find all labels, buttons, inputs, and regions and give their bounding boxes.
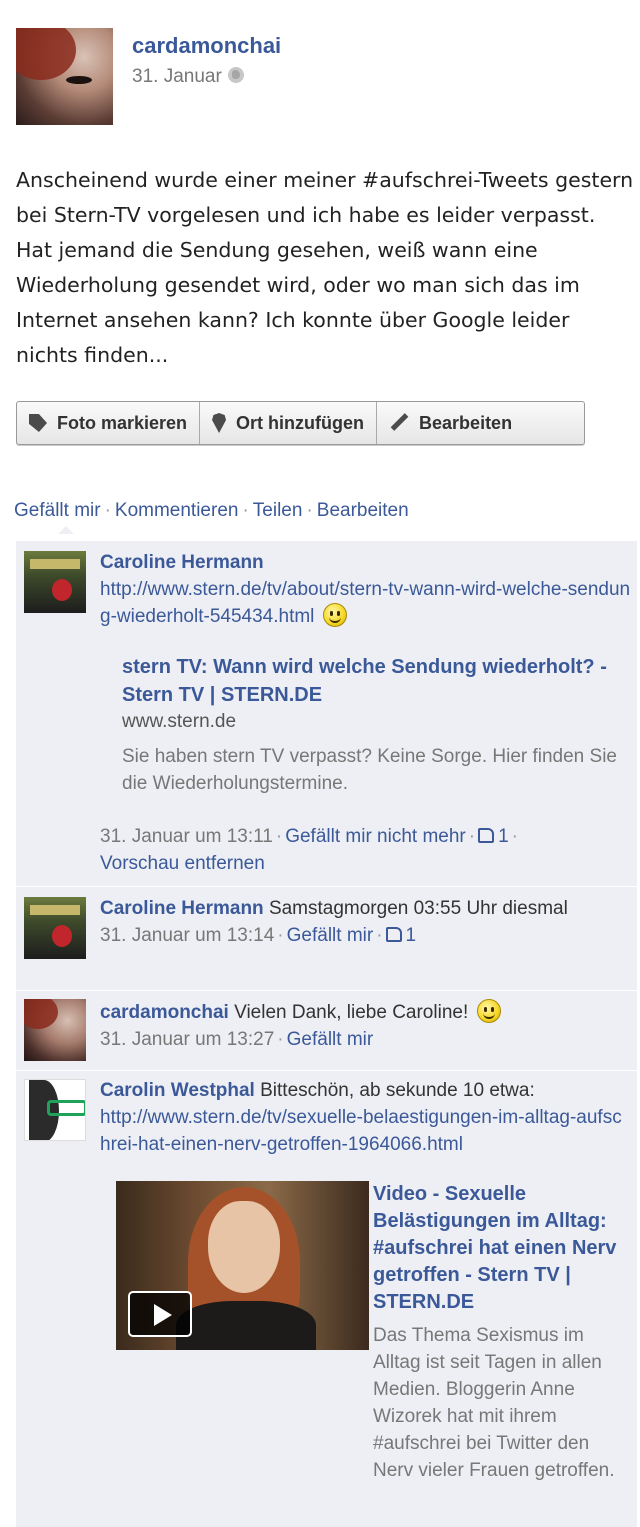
poster-name[interactable]: cardamonchai: [132, 33, 281, 59]
location-pin-icon: [212, 413, 227, 433]
comment: Caroline Hermann Samstagmorgen 03:55 Uhr…: [16, 886, 637, 986]
comments-pointer: [58, 526, 74, 534]
link-preview: stern TV: Wann wird welche Sendung wiede…: [122, 653, 640, 797]
post-action-links: Gefällt mir · Kommentieren · Teilen · Bearbeit…: [14, 500, 409, 534]
comment-meta: 31. Januar um 13:27 · Gefällt mir: [100, 1026, 631, 1053]
video-title[interactable]: Video - Sexuelle Belästigungen im Alltag…: [373, 1181, 623, 1316]
like-count[interactable]: 1: [406, 925, 417, 946]
avatar[interactable]: [24, 551, 86, 613]
comment-author[interactable]: Carolin Westphal: [100, 1080, 255, 1101]
like-icon[interactable]: [385, 927, 402, 942]
separator: ·: [242, 500, 249, 521]
comment-meta: 31. Januar um 13:11 · Gefällt mir nicht me…: [100, 823, 631, 877]
smiley-icon: [476, 999, 501, 1023]
comment-time[interactable]: 31. Januar um 13:11: [100, 826, 273, 847]
video-description: Das Thema Sexismus im Alltag ist seit Ta…: [373, 1325, 615, 1481]
post-header: cardamonchai 31. Januar: [16, 28, 636, 128]
comment-meta: 31. Januar um 13:14 · Gefällt mir · 1: [100, 922, 631, 949]
comment-time[interactable]: 31. Januar um 13:27: [100, 1029, 274, 1050]
globe-icon: [227, 67, 244, 83]
separator: ·: [275, 826, 283, 847]
link-preview-title[interactable]: stern TV: Wann wird welche Sendung wiede…: [122, 653, 640, 709]
post-date: 31. Januar: [132, 66, 244, 88]
avatar[interactable]: [24, 999, 86, 1061]
comment-author[interactable]: Caroline Hermann: [100, 898, 264, 919]
like-link[interactable]: Gefällt mir: [287, 1029, 374, 1050]
separator: ·: [277, 925, 284, 946]
share-link[interactable]: Teilen: [253, 500, 303, 521]
comment-body: Caroline Hermann http://www.stern.de/tv/…: [100, 549, 631, 630]
avatar[interactable]: [24, 1079, 86, 1141]
comment-text: Vielen Dank, liebe Caroline!: [234, 1002, 469, 1023]
comment-text: Bitteschön, ab sekunde 10 etwa:: [260, 1080, 535, 1101]
separator: ·: [104, 500, 111, 521]
edit-button[interactable]: Bearbeiten: [377, 402, 524, 444]
pencil-icon: [389, 413, 409, 433]
like-count[interactable]: 1: [498, 826, 509, 847]
post-toolbar: Foto markieren Ort hinzufügen Bearbeiten: [16, 401, 585, 445]
comment: cardamonchai Vielen Dank, liebe Caroline…: [16, 990, 637, 1070]
video-thumbnail[interactable]: [116, 1181, 369, 1350]
play-icon[interactable]: [128, 1291, 192, 1337]
tag-photo-button[interactable]: Foto markieren: [17, 402, 201, 444]
add-place-label: Ort hinzufügen: [236, 412, 365, 433]
comment-body: cardamonchai Vielen Dank, liebe Caroline…: [100, 999, 631, 1053]
comment-link[interactable]: http://www.stern.de/tv/about/stern-tv-wa…: [100, 579, 630, 627]
video-preview: Video - Sexuelle Belästigungen im Alltag…: [373, 1181, 623, 1484]
edit-link[interactable]: Bearbeiten: [317, 500, 409, 521]
comment-author[interactable]: Caroline Hermann: [100, 552, 264, 573]
link-preview-domain: www.stern.de: [122, 711, 237, 732]
edit-label: Bearbeiten: [419, 412, 513, 433]
like-link[interactable]: Gefällt mir: [14, 500, 101, 521]
avatar[interactable]: [16, 28, 113, 125]
link-preview-description: Sie haben stern TV verpasst? Keine Sorge…: [122, 746, 617, 794]
separator: ·: [376, 925, 383, 946]
tag-photo-label: Foto markieren: [57, 412, 188, 433]
post-text: Anscheinend wurde einer meiner #aufschre…: [16, 168, 634, 367]
like-link[interactable]: Gefällt mir: [287, 925, 374, 946]
smiley-icon: [322, 603, 347, 627]
comment-text: Samstagmorgen 03:55 Uhr diesmal: [268, 898, 568, 919]
comment-body: Caroline Hermann Samstagmorgen 03:55 Uhr…: [100, 895, 631, 949]
remove-preview-link[interactable]: Vorschau entfernen: [100, 853, 265, 874]
unlike-link[interactable]: Gefällt mir nicht mehr: [285, 826, 466, 847]
comments-section: Caroline Hermann http://www.stern.de/tv/…: [16, 540, 637, 1527]
comment-link[interactable]: http://www.stern.de/tv/sexuelle-belaesti…: [100, 1107, 622, 1155]
add-place-button[interactable]: Ort hinzufügen: [200, 402, 378, 444]
comment: Carolin Westphal Bitteschön, ab sekunde …: [16, 1070, 637, 1527]
separator: ·: [511, 826, 518, 847]
separator: ·: [468, 826, 476, 847]
separator: ·: [277, 1029, 284, 1050]
avatar[interactable]: [24, 897, 86, 959]
comment-author[interactable]: cardamonchai: [100, 1002, 229, 1023]
like-icon[interactable]: [478, 828, 495, 843]
comment-link[interactable]: Kommentieren: [115, 500, 239, 521]
post-date-text[interactable]: 31. Januar: [132, 66, 222, 87]
comment: Caroline Hermann http://www.stern.de/tv/…: [16, 540, 637, 880]
comment-time[interactable]: 31. Januar um 13:14: [100, 925, 274, 946]
separator: ·: [306, 500, 313, 521]
comment-body: Carolin Westphal Bitteschön, ab sekunde …: [100, 1077, 631, 1158]
tag-icon: [29, 414, 47, 432]
